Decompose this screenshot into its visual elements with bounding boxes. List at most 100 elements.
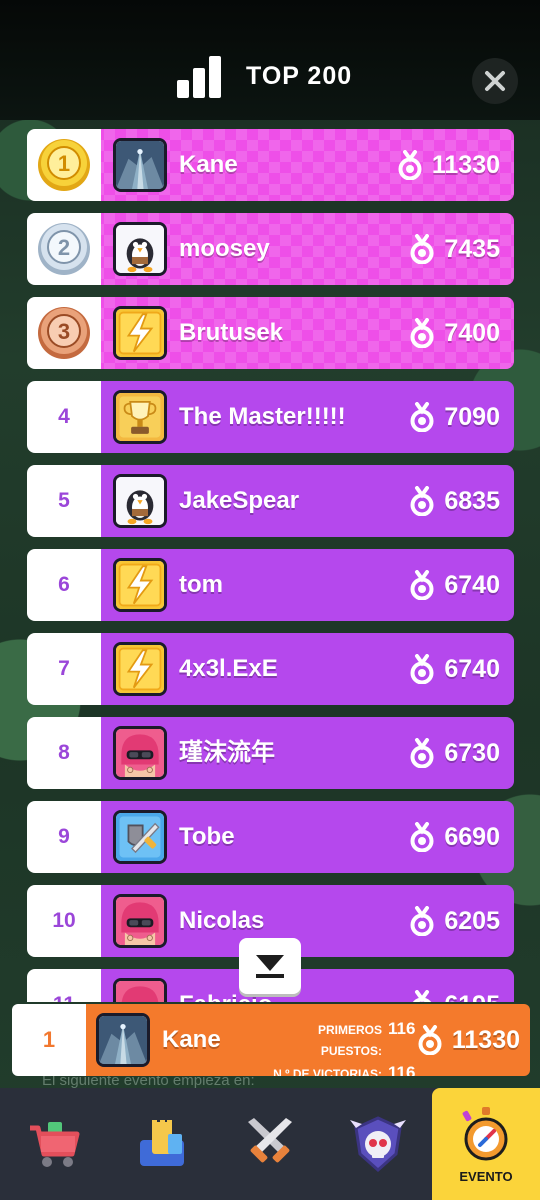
rank-number: 4 <box>58 405 70 428</box>
lightning-avatar-icon <box>116 645 164 693</box>
player-score: 7435 <box>444 234 500 263</box>
player-score: 11330 <box>431 150 500 179</box>
player-avatar <box>113 390 167 444</box>
rank-number: 5 <box>58 489 70 512</box>
player-avatar <box>113 894 167 948</box>
rank-number: 2 <box>58 235 70 260</box>
close-button[interactable] <box>472 58 518 104</box>
player-score: 7400 <box>444 318 500 347</box>
player-name: 瑾沫流年 <box>179 739 275 766</box>
rank-cell: 4 <box>27 381 101 453</box>
stopwatch-icon <box>462 1106 508 1160</box>
bronze-rank-medal-icon: 3 <box>38 307 90 359</box>
score-group: 6730 <box>408 717 500 789</box>
pink-hair-avatar-icon <box>116 897 164 945</box>
gold-rank-medal-icon: 1 <box>38 139 90 191</box>
score-group: 6740 <box>408 549 500 621</box>
rank-number: 1 <box>58 151 70 176</box>
bottom-navigation: EVENTO <box>0 1088 540 1200</box>
leaderboard-row[interactable]: 3 Brutusek 7400 <box>27 297 514 369</box>
own-avatar <box>96 1013 150 1067</box>
rank-number: 6 <box>58 573 70 596</box>
player-score: 6740 <box>444 654 500 683</box>
nav-event[interactable]: EVENTO <box>432 1088 540 1200</box>
player-avatar <box>113 474 167 528</box>
own-score: 11330 <box>451 1025 520 1054</box>
rank-number: 7 <box>58 657 70 680</box>
rank-cell: 1 <box>27 129 101 201</box>
player-avatar <box>113 306 167 360</box>
player-name: Brutusek <box>179 319 284 346</box>
player-score: 6730 <box>444 738 500 767</box>
leaderboard-row[interactable]: 2 moosey 7435 <box>27 213 514 285</box>
player-score: 6205 <box>444 906 500 935</box>
player-score: 6740 <box>444 570 500 599</box>
leaderboard-row[interactable]: 7 4x3l.ExE 6740 <box>27 633 514 705</box>
sword-shield-avatar-icon <box>116 813 164 861</box>
lightning-avatar-icon <box>116 309 164 357</box>
nav-battle[interactable] <box>216 1088 324 1200</box>
download-arrow-icon <box>256 955 284 978</box>
rank-cell: 8 <box>27 717 101 789</box>
close-icon <box>485 71 505 91</box>
medal-icon <box>410 318 434 348</box>
medal-icon <box>410 906 434 936</box>
medal-icon <box>418 1025 442 1055</box>
trophy-avatar-icon <box>116 393 164 441</box>
nav-clan[interactable] <box>324 1088 432 1200</box>
player-avatar <box>113 138 167 192</box>
leaderboard-row[interactable]: 8 瑾沫流年 6730 <box>27 717 514 789</box>
score-group: 11330 <box>396 129 500 201</box>
player-name: tom <box>179 571 223 598</box>
silver-rank-medal-icon: 2 <box>38 223 90 275</box>
rank-number: 10 <box>52 909 76 932</box>
rank-cell: 2 <box>27 213 101 285</box>
player-name: Kane <box>179 151 238 178</box>
leaderboard-row[interactable]: 4 The Master!!!!! 7090 <box>27 381 514 453</box>
player-avatar <box>113 222 167 276</box>
score-group: 6690 <box>408 801 500 873</box>
player-name: 4x3l.ExE <box>179 655 278 682</box>
stone-tower-avatar-icon <box>116 141 164 189</box>
rank-cell: 3 <box>27 297 101 369</box>
player-own-row[interactable]: 1 Kane PRIMEROS PUESTOS: 116 N.º DE VICT… <box>12 1004 530 1076</box>
nav-event-label: EVENTO <box>459 1168 513 1184</box>
player-name: moosey <box>179 235 270 262</box>
player-avatar <box>113 978 167 1002</box>
leaderboard-list[interactable]: 1 Kane 11330 2 moosey 7435 3 Brutusek 7400 4 The M… <box>0 120 540 1002</box>
penguin-avatar-icon <box>116 225 164 273</box>
header-bar: TOP 200 <box>0 0 540 120</box>
medal-icon <box>410 570 434 600</box>
player-score: 6195 <box>444 991 500 1003</box>
crossed-swords-icon <box>248 1118 292 1163</box>
leaderboard-row[interactable]: 9 Tobe 6690 <box>27 801 514 873</box>
medal-icon <box>410 738 434 768</box>
tower-cards-icon <box>140 1120 184 1166</box>
medal-icon <box>410 234 434 264</box>
medal-icon <box>398 150 422 180</box>
own-name: Kane <box>162 1026 221 1053</box>
player-avatar <box>113 642 167 696</box>
player-score: 7090 <box>444 402 500 431</box>
player-avatar <box>113 558 167 612</box>
leaderboard-row[interactable]: 5 JakeSpear 6835 <box>27 465 514 537</box>
own-score-group: 11330 <box>416 1004 520 1076</box>
nav-shop[interactable] <box>0 1088 108 1200</box>
leaderboard-row[interactable]: 6 tom 6740 <box>27 549 514 621</box>
nav-collection[interactable] <box>108 1088 216 1200</box>
medal-icon <box>410 486 434 516</box>
rank-cell: 11 <box>27 969 101 1002</box>
victories-value: 116 <box>388 1063 416 1076</box>
page-title: TOP 200 <box>246 62 353 90</box>
player-name: JakeSpear <box>179 487 300 514</box>
scroll-to-player-button[interactable] <box>239 938 301 994</box>
score-group: 6835 <box>408 465 500 537</box>
own-rank: 1 <box>12 1004 86 1076</box>
leaderboard-row[interactable]: 1 Kane 11330 <box>27 129 514 201</box>
medal-icon <box>413 990 432 1002</box>
first-places-label: PRIMEROS PUESTOS: <box>317 1023 382 1058</box>
medal-icon <box>410 654 434 684</box>
rank-cell: 7 <box>27 633 101 705</box>
pink-hair-avatar-icon <box>116 729 164 777</box>
score-group: 7090 <box>408 381 500 453</box>
